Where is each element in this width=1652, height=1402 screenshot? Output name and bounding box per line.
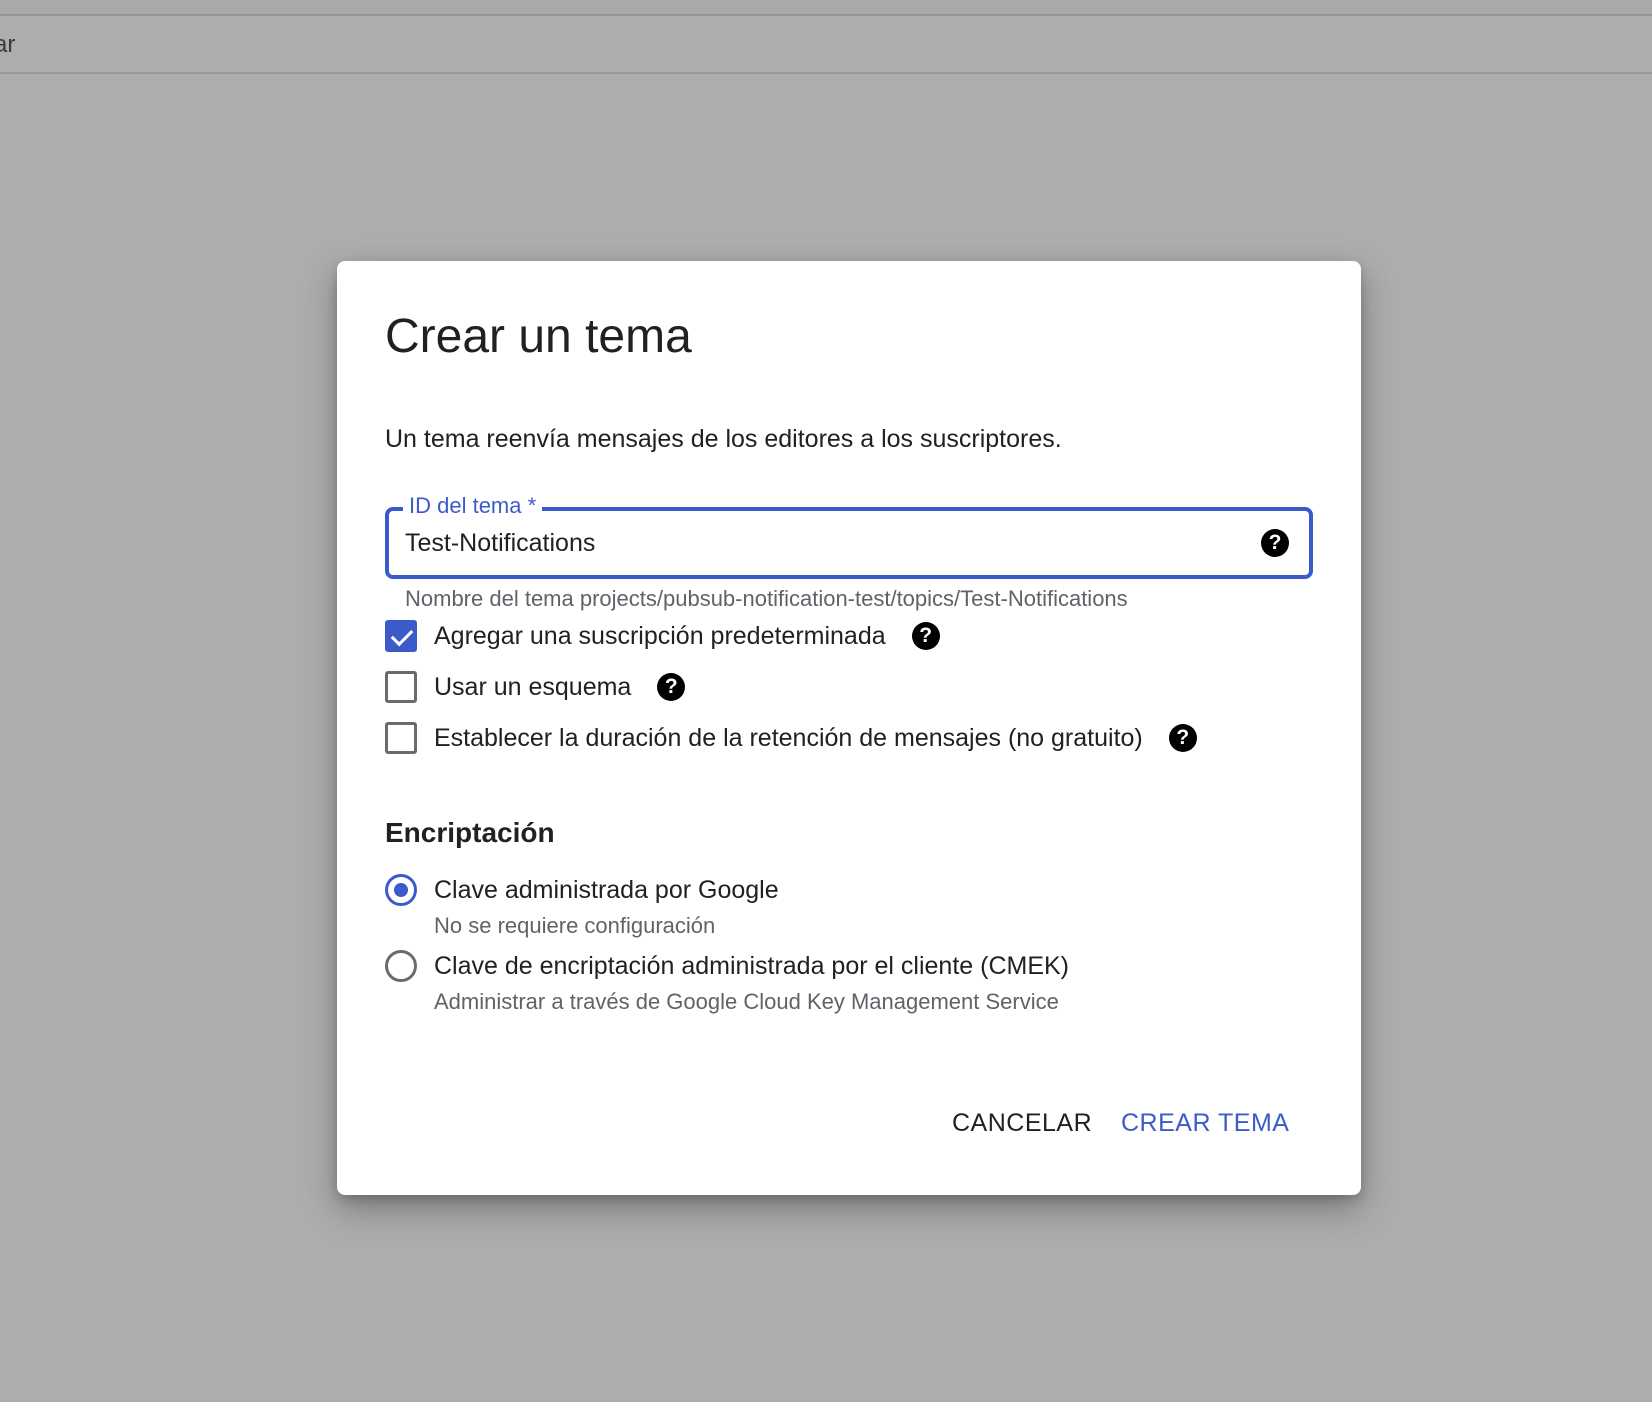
help-icon[interactable]: ? xyxy=(911,622,940,650)
checkbox-label[interactable]: Establecer la duración de la retención d… xyxy=(434,724,1143,753)
checkbox-unchecked[interactable] xyxy=(385,671,417,703)
top-bar xyxy=(0,0,1652,16)
create-topic-dialog: Crear un tema Un tema reenvía mensajes d… xyxy=(337,261,1361,1195)
cancel-button[interactable]: CANCELAR xyxy=(940,1099,1104,1147)
radio-google-managed-key[interactable]: Clave administrada por Google No se requ… xyxy=(385,871,779,941)
checkbox-label[interactable]: Agregar una suscripción predeterminada xyxy=(434,622,886,651)
toolbar-text: ar xyxy=(0,31,16,58)
radio-sublabel: No se requiere configuración xyxy=(434,913,716,938)
help-icon[interactable]: ? xyxy=(1168,724,1197,752)
checkbox-unchecked[interactable] xyxy=(385,722,417,754)
create-topic-button[interactable]: CREAR TEMA xyxy=(1109,1099,1301,1147)
topic-name-hint: Nombre del tema projects/pubsub-notifica… xyxy=(405,586,1128,611)
checkbox-checked[interactable] xyxy=(385,620,417,652)
radio-label[interactable]: Clave de encriptación administrada por e… xyxy=(434,947,1069,985)
topic-id-input[interactable] xyxy=(405,525,1225,561)
help-icon[interactable]: ? xyxy=(657,673,686,701)
checkbox-default-subscription[interactable]: Agregar una suscripción predeterminada ? xyxy=(385,618,940,654)
help-icon[interactable]: ? xyxy=(1261,529,1289,557)
radio-unselected[interactable] xyxy=(385,950,417,982)
dialog-title: Crear un tema xyxy=(385,310,692,363)
checkbox-use-schema[interactable]: Usar un esquema ? xyxy=(385,669,686,705)
checkbox-label[interactable]: Usar un esquema xyxy=(434,673,631,702)
dialog-description: Un tema reenvía mensajes de los editores… xyxy=(385,425,1062,453)
radio-selected[interactable] xyxy=(385,874,417,906)
radio-label[interactable]: Clave administrada por Google xyxy=(434,871,779,909)
encryption-section-title: Encriptación xyxy=(385,817,555,848)
radio-cmek[interactable]: Clave de encriptación administrada por e… xyxy=(385,947,1069,1017)
topic-id-label: ID del tema * xyxy=(403,491,543,521)
radio-sublabel: Administrar a través de Google Cloud Key… xyxy=(434,989,1059,1014)
checkbox-message-retention[interactable]: Establecer la duración de la retención d… xyxy=(385,720,1197,756)
radio-text: Clave de encriptación administrada por e… xyxy=(434,947,1069,1017)
radio-text: Clave administrada por Google No se requ… xyxy=(434,871,779,941)
toolbar-strip: ar xyxy=(0,16,1652,74)
topic-id-field[interactable]: ID del tema * ? xyxy=(385,491,1313,579)
